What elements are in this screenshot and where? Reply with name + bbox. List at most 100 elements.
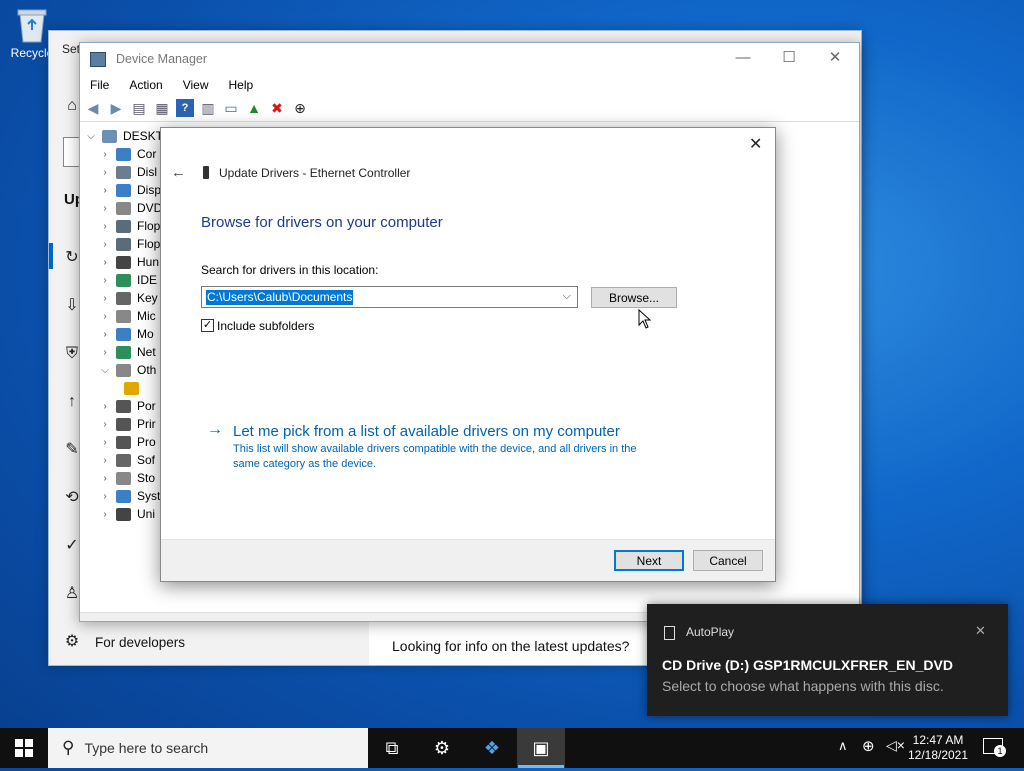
windows-logo-icon [15, 739, 33, 757]
app-taskbar-icon[interactable]: ❖ [468, 728, 516, 768]
tree-item-label: Net [137, 345, 156, 359]
device-category-icon [116, 363, 131, 377]
action-center-icon[interactable]: 1 [983, 738, 1006, 757]
view-icon[interactable]: ▥ [199, 99, 217, 117]
tree-item-label: Oth [137, 363, 157, 377]
arrow-right-icon[interactable]: → [207, 421, 223, 439]
back-arrow-icon[interactable]: ← [171, 164, 186, 181]
chevron-right-icon[interactable]: › [98, 455, 112, 466]
task-view-icon[interactable]: ⧉ [368, 728, 416, 768]
menu-view[interactable]: View [173, 78, 219, 92]
recycle-bin-icon [15, 6, 49, 44]
developers-icon[interactable]: ⚙ [63, 633, 81, 651]
search-placeholder: Type here to search [84, 740, 209, 756]
device-category-icon [116, 507, 131, 521]
device-category-icon [116, 327, 131, 341]
back-icon[interactable]: ◀ [84, 99, 102, 117]
chevron-right-icon[interactable]: › [98, 293, 112, 304]
device-category-icon [116, 165, 131, 179]
chevron-right-icon[interactable]: › [98, 509, 112, 520]
tree-item-label: Sto [137, 471, 156, 485]
chevron-right-icon[interactable]: › [98, 311, 112, 322]
chevron-right-icon[interactable]: › [98, 329, 112, 340]
show-hidden-icons-chevron-up-icon[interactable]: ∧ [838, 738, 848, 754]
device-category-icon [116, 237, 131, 251]
device-category-icon [116, 489, 131, 503]
clock-time: 12:47 AM [912, 733, 964, 747]
toast-close-icon[interactable]: ✕ [975, 623, 986, 639]
chevron-right-icon[interactable]: › [98, 149, 112, 160]
forward-icon[interactable]: ▶ [107, 99, 125, 117]
device-manager-title: Device Manager [116, 52, 208, 66]
show-hide-tree-icon[interactable]: ▤ [130, 99, 148, 117]
chevron-right-icon[interactable]: › [98, 203, 112, 214]
recycle-bin-label: Recycle [10, 46, 54, 60]
chevron-right-icon[interactable]: › [98, 239, 112, 250]
taskbar-search-box[interactable]: ⚲ Type here to search [48, 728, 368, 768]
include-subfolders-checkbox[interactable]: ✓ [201, 319, 214, 332]
tree-item-label: Hun [137, 255, 160, 269]
chevron-right-icon[interactable]: › [98, 473, 112, 484]
chevron-right-icon[interactable]: › [98, 275, 112, 286]
tree-item-label: Uni [137, 507, 156, 521]
tree-item-label: Flop [137, 219, 161, 233]
tree-item-label: Prir [137, 417, 156, 431]
settings-title: Set [62, 42, 81, 56]
clock[interactable]: 12:47 AM 12/18/2021 [902, 733, 974, 763]
device-category-icon [116, 183, 131, 197]
chevron-right-icon[interactable]: › [98, 419, 112, 430]
device-category-icon [116, 147, 131, 161]
chevron-right-icon[interactable]: › [98, 401, 112, 412]
menu-help[interactable]: Help [219, 78, 264, 92]
dialog-close-icon[interactable]: ✕ [749, 134, 762, 154]
autoplay-app-icon [664, 626, 675, 640]
chevron-right-icon[interactable]: › [98, 167, 112, 178]
chevron-right-icon[interactable]: › [98, 347, 112, 358]
toolbar: ◀ ▶ ▤ ▦ ? ▥ ▭ ▲ ✖ ⊕ [80, 95, 859, 122]
menu-file[interactable]: File [80, 78, 119, 92]
tree-item-label: Disl [137, 165, 157, 179]
device-manager-taskbar-icon[interactable]: ▣ [517, 728, 565, 768]
update-driver-icon[interactable]: ▲ [245, 99, 263, 117]
device-category-icon [116, 255, 131, 269]
help-icon[interactable]: ? [176, 99, 194, 117]
browse-button[interactable]: Browse... [591, 287, 677, 308]
chevron-right-icon[interactable]: › [98, 491, 112, 502]
scan-hardware-icon[interactable]: ▭ [222, 99, 240, 117]
menu-action[interactable]: Action [119, 78, 172, 92]
next-button[interactable]: Next [614, 550, 684, 571]
toast-body: Select to choose what happens with this … [662, 678, 944, 694]
driver-path-combobox[interactable]: C:\Users\Calub\Documents ⌵ [201, 286, 578, 308]
chevron-down-icon[interactable]: ⌵ [563, 290, 571, 303]
chevron-right-icon[interactable]: › [98, 185, 112, 196]
tree-item-label: Mo [137, 327, 154, 341]
chevron-right-icon[interactable]: › [98, 221, 112, 232]
uninstall-device-icon[interactable]: ✖ [268, 99, 286, 117]
mouse-cursor-icon [638, 308, 652, 332]
settings-taskbar-icon[interactable]: ⚙ [418, 728, 466, 768]
chevron-right-icon[interactable]: › [98, 437, 112, 448]
chevron-right-icon[interactable]: › [98, 257, 112, 268]
minimize-button[interactable]: — [720, 43, 766, 75]
notification-count-badge: 1 [994, 745, 1006, 757]
taskbar: ⚲ Type here to search ⧉ ⚙ ❖ ▣ ∧ ⊕ ◁× 12:… [0, 728, 1024, 768]
device-category-icon [116, 309, 131, 323]
for-developers-link[interactable]: For developers [95, 635, 185, 650]
autoplay-notification[interactable]: AutoPlay ✕ CD Drive (D:) GSP1RMCULXFRER_… [647, 604, 1008, 716]
network-icon[interactable]: ⊕ [862, 737, 875, 755]
maximize-button[interactable]: ☐ [766, 43, 812, 75]
update-drivers-dialog[interactable]: ✕ ← Update Drivers - Ethernet Controller… [160, 127, 776, 582]
close-button[interactable]: ✕ [812, 43, 858, 75]
driver-path-value: C:\Users\Calub\Documents [206, 290, 354, 305]
device-category-icon [116, 435, 131, 449]
menu-bar: File Action View Help [80, 75, 859, 95]
checkmark-icon: ✓ [202, 319, 213, 331]
cancel-button[interactable]: Cancel [693, 550, 763, 571]
properties-icon[interactable]: ▦ [153, 99, 171, 117]
tree-item-label: Pro [137, 435, 156, 449]
disable-device-icon[interactable]: ⊕ [291, 99, 309, 117]
pick-driver-link[interactable]: Let me pick from a list of available dri… [233, 423, 620, 440]
chevron-down-icon[interactable]: ⌵ [98, 365, 112, 376]
tree-item-label: Sof [137, 453, 156, 467]
start-button[interactable] [0, 728, 48, 768]
